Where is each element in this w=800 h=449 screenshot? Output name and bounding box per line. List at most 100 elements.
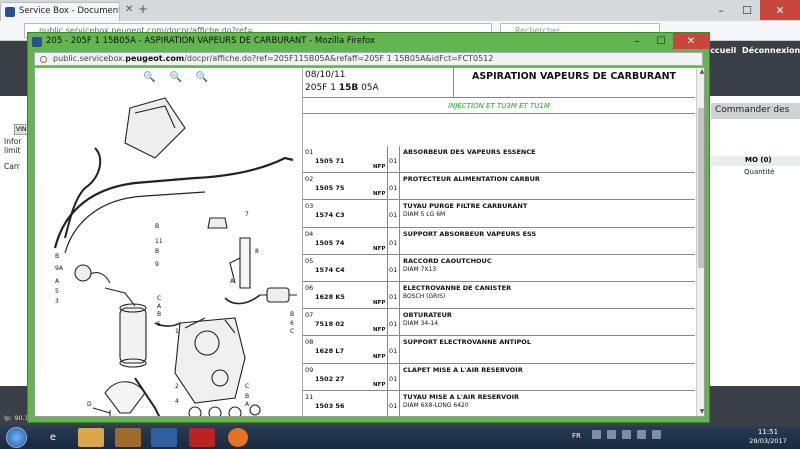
scrollbar-thumb[interactable] (698, 108, 704, 268)
firefox-taskbar-icon[interactable] (228, 428, 248, 447)
part-index: 03 (305, 202, 314, 211)
popup-body: 🔍 🔍 🔍 B 11 B 9 B 9A A 5 3 C A B 5 1 7 8 … (34, 67, 705, 417)
tray-flag-icon[interactable] (607, 430, 616, 439)
part-index: 04 (305, 229, 314, 238)
user-icon[interactable] (151, 428, 177, 447)
header-subtitle: INJECTION ET TU3M ET TU1M (303, 98, 695, 114)
callout-c3: C (245, 383, 249, 390)
part-row[interactable]: 06 1628 K5 NFP 01 ELECTROVANNE DE CANISTER BO… (303, 281, 695, 310)
ie-icon[interactable]: e (40, 428, 66, 447)
callout-9: 9 (155, 261, 159, 268)
tray-icons (592, 430, 661, 439)
site-info-icon[interactable] (40, 56, 47, 63)
zoom-tools: 🔍 🔍 🔍 (143, 72, 208, 83)
part-number[interactable]: 1628 L7 (315, 347, 344, 355)
tray-power-icon[interactable] (652, 430, 661, 439)
clock-date[interactable]: 29/03/2017 (746, 437, 790, 445)
part-name: SUPPORT ABSORBEUR VAPEURS ESS (403, 229, 537, 238)
popup-window: 205 - 205F 1 15B05A - ASPIRATION VAPEURS… (27, 32, 710, 423)
close-tab-icon[interactable]: ✕ (125, 4, 133, 15)
start-button[interactable] (6, 427, 27, 448)
url-suffix: /docpr/affiche.do?ref=205F115B05A&refaff… (184, 54, 494, 63)
part-number[interactable]: 1505 71 (315, 157, 344, 165)
part-nfp-flag: NFP (373, 191, 386, 198)
callout-b: B (155, 223, 159, 230)
part-row[interactable]: 11 1503 56 01 TUYAU MISE A L'AIR RESERVOIR D… (303, 390, 695, 416)
windows-taskbar: e FR 11:51 29/03/2017 (0, 426, 800, 449)
callout-b2: B (155, 248, 159, 255)
part-index: 11 (305, 392, 314, 401)
part-description: DIAM 5 LG 6M (403, 211, 446, 219)
tray-chevron-icon[interactable] (592, 430, 601, 439)
part-number[interactable]: 7518 02 (315, 320, 344, 328)
scroll-down-icon[interactable]: ▼ (697, 408, 704, 416)
part-number[interactable]: 1574 C3 (315, 211, 345, 219)
part-number[interactable]: 1628 K5 (315, 293, 345, 301)
clock-time[interactable]: 11:51 (746, 428, 790, 436)
scrollbar[interactable]: ▲ ▼ (696, 68, 704, 416)
media-icon[interactable] (115, 428, 141, 447)
maximize-icon[interactable]: ☐ (734, 0, 760, 20)
part-description: BOSCH (GRIS) (403, 292, 446, 300)
tray-volume-icon[interactable] (637, 430, 646, 439)
part-row[interactable]: 09 1502 27 NFP 01 CLAPET MISE A L'AIR RESERV… (303, 363, 695, 391)
callout-d: D (87, 401, 92, 408)
nav-deconnexion-link[interactable]: Déconnexion (742, 46, 800, 55)
part-quantity: 01 (389, 374, 398, 383)
part-number[interactable]: 1502 27 (315, 375, 344, 383)
part-index: 09 (305, 365, 314, 374)
folder-icon[interactable] (78, 428, 104, 447)
part-index: 07 (305, 311, 314, 320)
part-row[interactable]: 05 1574 C4 01 RACCORD CAOUTCHOUC DIAM 7X13 (303, 254, 695, 282)
part-row[interactable]: 04 1505 74 NFP 01 SUPPORT ABSORBEUR VAPEURS … (303, 227, 695, 255)
popup-minimize-icon[interactable]: – (625, 33, 649, 49)
part-description: DIAM 34-14 (403, 320, 439, 328)
part-row[interactable]: 03 1574 C3 01 TUYAU PURGE FILTRE CARBURANT D… (303, 200, 695, 228)
parts-list-pane: 08/10/11 205F 1 15B 05A ASPIRATION VAPEU… (303, 68, 695, 416)
zoom-fit-icon[interactable]: 🔍 (196, 72, 208, 83)
language-indicator[interactable]: FR (572, 432, 581, 440)
browser-tab-title: Service Box - Documentation (19, 6, 119, 16)
exploded-diagram-pane: 🔍 🔍 🔍 B 11 B 9 B 9A A 5 3 C A B 5 1 7 8 … (35, 68, 303, 416)
browser-tab[interactable]: Service Box - Documentation (0, 2, 120, 21)
part-row[interactable]: 02 1505 75 NFP 01 PROTECTEUR ALIMENTATION CA… (303, 173, 695, 201)
part-row[interactable]: 01 1505 71 NFP 01 ABSORBEUR DES VAPEURS ESSE… (303, 146, 695, 174)
popup-maximize-icon[interactable]: ☐ (649, 33, 673, 49)
column-divider (399, 336, 400, 363)
callout-3: 3 (55, 298, 59, 305)
header-reference: 205F 1 15B 05A (305, 83, 379, 93)
part-row[interactable]: 07 7518 02 NFP 01 OBTURATEUR DIAM 34-14 (303, 309, 695, 337)
url-domain: peugeot.com (125, 54, 185, 63)
callout-9a: 9A (55, 265, 64, 272)
part-number[interactable]: 1505 75 (315, 184, 344, 192)
commander-tab[interactable]: Commander des (711, 103, 800, 119)
tray-network-icon[interactable] (622, 430, 631, 439)
part-index: 08 (305, 338, 314, 347)
column-divider (387, 281, 388, 309)
part-quantity: 01 (389, 211, 398, 220)
part-name: TUYAU PURGE FILTRE CARBURANT (403, 202, 528, 211)
column-divider (399, 200, 400, 227)
part-index: 06 (305, 283, 314, 292)
zoom-in-icon[interactable]: 🔍 (143, 72, 155, 83)
part-row[interactable]: 08 1628 L7 NFP 01 SUPPORT ELECTROVANNE ANTIP… (303, 336, 695, 364)
popup-url-bar[interactable]: public.servicebox.peugeot.com/docpr/affi… (34, 52, 703, 66)
new-tab-icon[interactable]: + (138, 2, 148, 16)
part-number[interactable]: 1505 74 (315, 239, 344, 247)
pin-icon[interactable] (189, 428, 215, 447)
part-nfp-flag: NFP (373, 299, 386, 306)
minimize-icon[interactable]: – (708, 0, 734, 20)
part-number[interactable]: 1574 C4 (315, 266, 345, 274)
part-name: ELECTROVANNE DE CANISTER (403, 283, 512, 292)
callout-a4: A (245, 401, 250, 408)
part-number[interactable]: 1503 56 (315, 402, 344, 410)
scroll-up-icon[interactable]: ▲ (697, 68, 704, 78)
callout-6: 6 (290, 320, 294, 327)
zoom-out-icon[interactable]: 🔍 (169, 72, 181, 83)
url-prefix: public.servicebox. (53, 54, 126, 63)
close-window-icon[interactable]: ✕ (760, 0, 800, 20)
popup-close-icon[interactable]: ✕ (673, 33, 709, 49)
part-nfp-flag: NFP (373, 354, 386, 361)
ref-tail: 05A (358, 83, 379, 93)
ref-bold: 15B (338, 83, 359, 93)
